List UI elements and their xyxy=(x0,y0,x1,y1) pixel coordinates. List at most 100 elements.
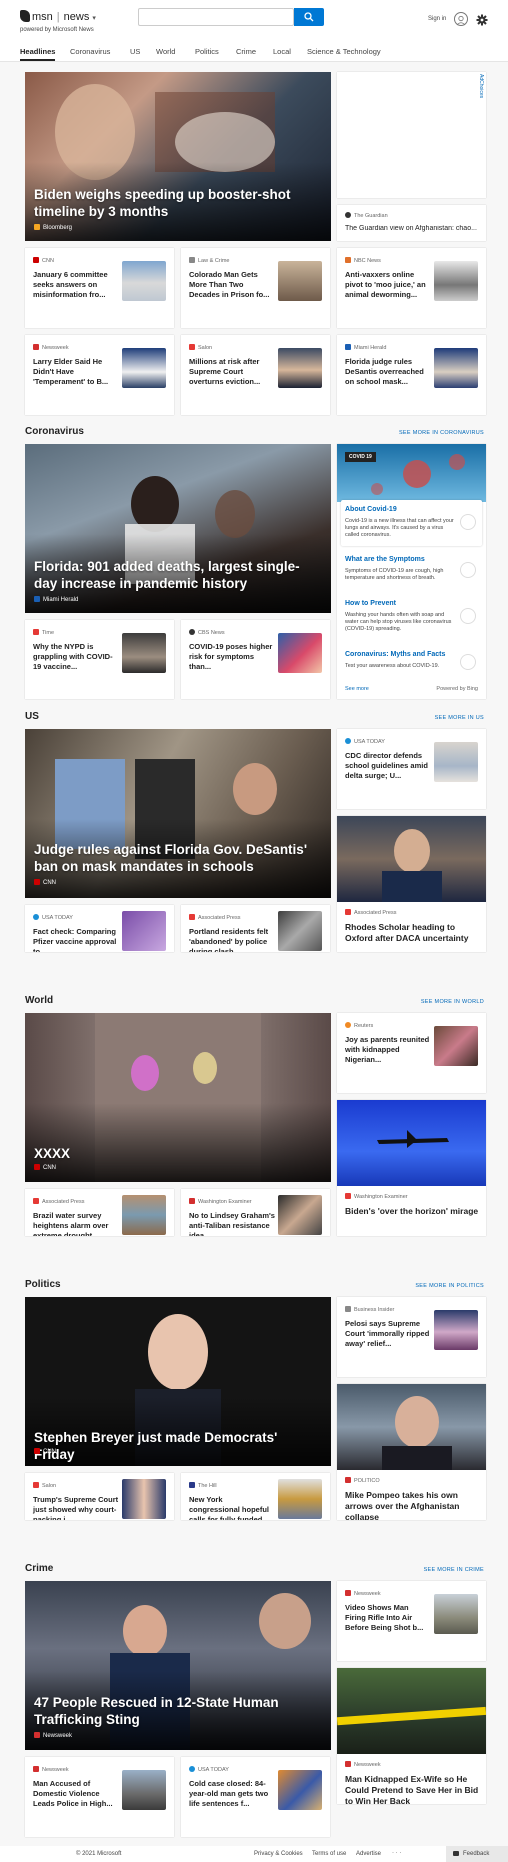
section-title-world[interactable]: World xyxy=(25,995,53,1006)
us-hero-title[interactable]: Judge rules against Florida Gov. DeSanti… xyxy=(34,841,314,875)
story-card[interactable]: Salon Trump's Supreme Court just showed … xyxy=(25,1473,174,1520)
see-more-crime[interactable]: SEE MORE IN CRIME xyxy=(424,1567,484,1573)
see-more-us[interactable]: SEE MORE IN US xyxy=(435,715,484,721)
world-hero-story[interactable]: XXXX CNN xyxy=(25,1013,331,1182)
story-title[interactable]: CDC director defends school guidelines a… xyxy=(345,751,431,781)
nav-item-science-technology[interactable]: Science & Technology xyxy=(307,47,381,56)
story-card-large[interactable]: POLITICO Mike Pompeo takes his own arrow… xyxy=(337,1384,486,1520)
story-card[interactable]: Time Why the NYPD is grappling with COVI… xyxy=(25,620,174,699)
crime-hero-title[interactable]: 47 People Rescued in 12-State Human Traf… xyxy=(34,1694,314,1728)
covid-see-more-link[interactable]: See more xyxy=(345,686,369,692)
top-hero-story[interactable]: Biden weighs speeding up booster-shot ti… xyxy=(25,72,331,241)
crime-hero-story[interactable]: 47 People Rescued in 12-State Human Traf… xyxy=(25,1581,331,1750)
story-card[interactable]: Washington Examiner No to Lindsey Graham… xyxy=(181,1189,330,1236)
ad-choices-label[interactable]: AdChoices xyxy=(478,74,484,98)
story-title[interactable]: Pelosi says Supreme Court 'immorally rip… xyxy=(345,1319,431,1349)
covid-info-title[interactable]: What are the Symptoms xyxy=(345,556,425,563)
chevron-down-icon[interactable]: ▾ xyxy=(92,15,96,22)
see-more-coronavirus[interactable]: SEE MORE IN CORONAVIRUS xyxy=(399,430,484,436)
story-card[interactable]: Salon Millions at risk after Supreme Cou… xyxy=(181,335,330,415)
story-title[interactable]: Portland residents felt 'abandoned' by p… xyxy=(189,927,275,952)
section-title-politics[interactable]: Politics xyxy=(25,1279,61,1290)
see-more-world[interactable]: SEE MORE IN WORLD xyxy=(421,999,484,1005)
coronavirus-hero-story[interactable]: Florida: 901 added deaths, largest singl… xyxy=(25,444,331,613)
story-title[interactable]: Mike Pompeo takes his own arrows over th… xyxy=(345,1490,480,1520)
story-title[interactable]: Colorado Man Gets More Than Two Decades … xyxy=(189,270,275,300)
story-title[interactable]: Trump's Supreme Court just showed why co… xyxy=(33,1495,119,1520)
story-card[interactable]: CNN January 6 committee seeks answers on… xyxy=(25,248,174,328)
search-input[interactable] xyxy=(138,8,294,26)
top-hero-title[interactable]: Biden weighs speeding up booster-shot ti… xyxy=(34,186,314,220)
story-card[interactable]: Associated Press Brazil water survey hei… xyxy=(25,1189,174,1236)
story-title[interactable]: Anti-vaxxers online pivot to 'moo juice,… xyxy=(345,270,431,300)
nav-item-world[interactable]: World xyxy=(156,47,175,56)
story-card[interactable]: USA TODAY Cold case closed: 84-year-old … xyxy=(181,1757,330,1837)
story-card-large[interactable]: Associated Press Rhodes Scholar heading … xyxy=(337,816,486,952)
story-title[interactable]: January 6 committee seeks answers on mis… xyxy=(33,270,119,300)
story-card[interactable]: Reuters Joy as parents reunited with kid… xyxy=(337,1013,486,1093)
story-title[interactable]: Florida judge rules DeSantis overreached… xyxy=(345,357,431,387)
gear-icon[interactable] xyxy=(476,13,488,26)
covid-info-title[interactable]: About Covid-19 xyxy=(345,506,397,513)
story-card[interactable]: CBS News COVID-19 poses higher risk for … xyxy=(181,620,330,699)
story-card[interactable]: Miami Herald Florida judge rules DeSanti… xyxy=(337,335,486,415)
section-title-coronavirus[interactable]: Coronavirus xyxy=(25,426,84,437)
nav-item-politics[interactable]: Politics xyxy=(195,47,219,56)
covid-info-title[interactable]: How to Prevent xyxy=(345,600,396,607)
nav-item-headlines[interactable]: Headlines xyxy=(20,47,56,61)
terms-link[interactable]: Terms of use xyxy=(312,1851,346,1857)
signin-link[interactable]: Sign in xyxy=(428,16,446,22)
story-title[interactable]: Joy as parents reunited with kidnapped N… xyxy=(345,1035,431,1065)
section-title-us[interactable]: US xyxy=(25,711,39,722)
story-title[interactable]: COVID-19 poses higher risk for symptoms … xyxy=(189,642,275,672)
story-card[interactable]: Newsweek Man Accused of Domestic Violenc… xyxy=(25,1757,174,1837)
story-title[interactable]: No to Lindsey Graham's anti-Taliban resi… xyxy=(189,1211,275,1236)
politics-hero-title[interactable]: Stephen Breyer just made Democrats' Frid… xyxy=(34,1429,314,1463)
story-title[interactable]: Cold case closed: 84-year-old man gets t… xyxy=(189,1779,275,1809)
story-card[interactable]: Associated Press Portland residents felt… xyxy=(181,905,330,952)
world-hero-title[interactable]: XXXX xyxy=(34,1145,314,1162)
story-card[interactable]: Newsweek Video Shows Man Firing Rifle In… xyxy=(337,1581,486,1661)
story-title[interactable]: Video Shows Man Firing Rifle Into Air Be… xyxy=(345,1603,431,1633)
search-button[interactable] xyxy=(294,8,324,26)
covid-info-title[interactable]: Coronavirus: Myths and Facts xyxy=(345,651,445,658)
story-card-large[interactable]: Washington Examiner Biden's 'over the ho… xyxy=(337,1100,486,1236)
story-card[interactable]: NBC News Anti-vaxxers online pivot to 'm… xyxy=(337,248,486,328)
nav-item-crime[interactable]: Crime xyxy=(236,47,256,56)
story-card[interactable]: Newsweek Larry Elder Said He Didn't Have… xyxy=(25,335,174,415)
more-icon[interactable]: · · · xyxy=(392,1850,401,1856)
story-title[interactable]: Larry Elder Said He Didn't Have 'Tempera… xyxy=(33,357,119,387)
nav-item-coronavirus[interactable]: Coronavirus xyxy=(70,47,110,56)
nav-item-local[interactable]: Local xyxy=(273,47,291,56)
guardian-story[interactable]: The Guardian The Guardian view on Afghan… xyxy=(337,205,486,241)
story-title[interactable]: Fact check: Comparing Pfizer vaccine app… xyxy=(33,927,119,952)
msn-logo[interactable]: msn | news ▾ powered by Microsoft News xyxy=(20,10,96,33)
story-title[interactable]: New York congressional hopeful calls for… xyxy=(189,1495,275,1520)
story-card[interactable]: Law & Crime Colorado Man Gets More Than … xyxy=(181,248,330,328)
coronavirus-hero-title[interactable]: Florida: 901 added deaths, largest singl… xyxy=(34,558,314,592)
us-hero-story[interactable]: Judge rules against Florida Gov. DeSanti… xyxy=(25,729,331,898)
advertise-link[interactable]: Advertise xyxy=(356,1851,381,1857)
story-card[interactable]: Business Insider Pelosi says Supreme Cou… xyxy=(337,1297,486,1377)
story-title[interactable]: Why the NYPD is grappling with COVID-19 … xyxy=(33,642,119,672)
story-card[interactable]: The Hill New York congressional hopeful … xyxy=(181,1473,330,1520)
story-title[interactable]: Rhodes Scholar heading to Oxford after D… xyxy=(345,922,480,944)
story-title[interactable]: Man Kidnapped Ex-Wife so He Could Preten… xyxy=(345,1774,480,1804)
ad-slot[interactable]: AdChoices xyxy=(337,72,486,198)
story-title[interactable]: The Guardian view on Afghanistan: chao..… xyxy=(345,225,480,232)
story-title[interactable]: Millions at risk after Supreme Court ove… xyxy=(189,357,275,387)
story-card-large[interactable]: Newsweek Man Kidnapped Ex-Wife so He Cou… xyxy=(337,1668,486,1804)
story-title[interactable]: Man Accused of Domestic Violence Leads P… xyxy=(33,1779,119,1809)
nav-item-us[interactable]: US xyxy=(130,47,140,56)
politics-hero-story[interactable]: Stephen Breyer just made Democrats' Frid… xyxy=(25,1297,331,1466)
story-card[interactable]: USA TODAY CDC director defends school gu… xyxy=(337,729,486,809)
carousel-dots[interactable] xyxy=(165,235,245,239)
section-title-crime[interactable]: Crime xyxy=(25,1563,53,1574)
avatar-icon[interactable] xyxy=(454,12,468,26)
see-more-politics[interactable]: SEE MORE IN POLITICS xyxy=(415,1283,484,1289)
feedback-button[interactable]: Feedback xyxy=(446,1846,508,1862)
story-title[interactable]: Biden's 'over the horizon' mirage xyxy=(345,1206,480,1217)
story-title[interactable]: Brazil water survey heightens alarm over… xyxy=(33,1211,119,1236)
story-card[interactable]: USA TODAY Fact check: Comparing Pfizer v… xyxy=(25,905,174,952)
privacy-link[interactable]: Privacy & Cookies xyxy=(254,1851,303,1857)
